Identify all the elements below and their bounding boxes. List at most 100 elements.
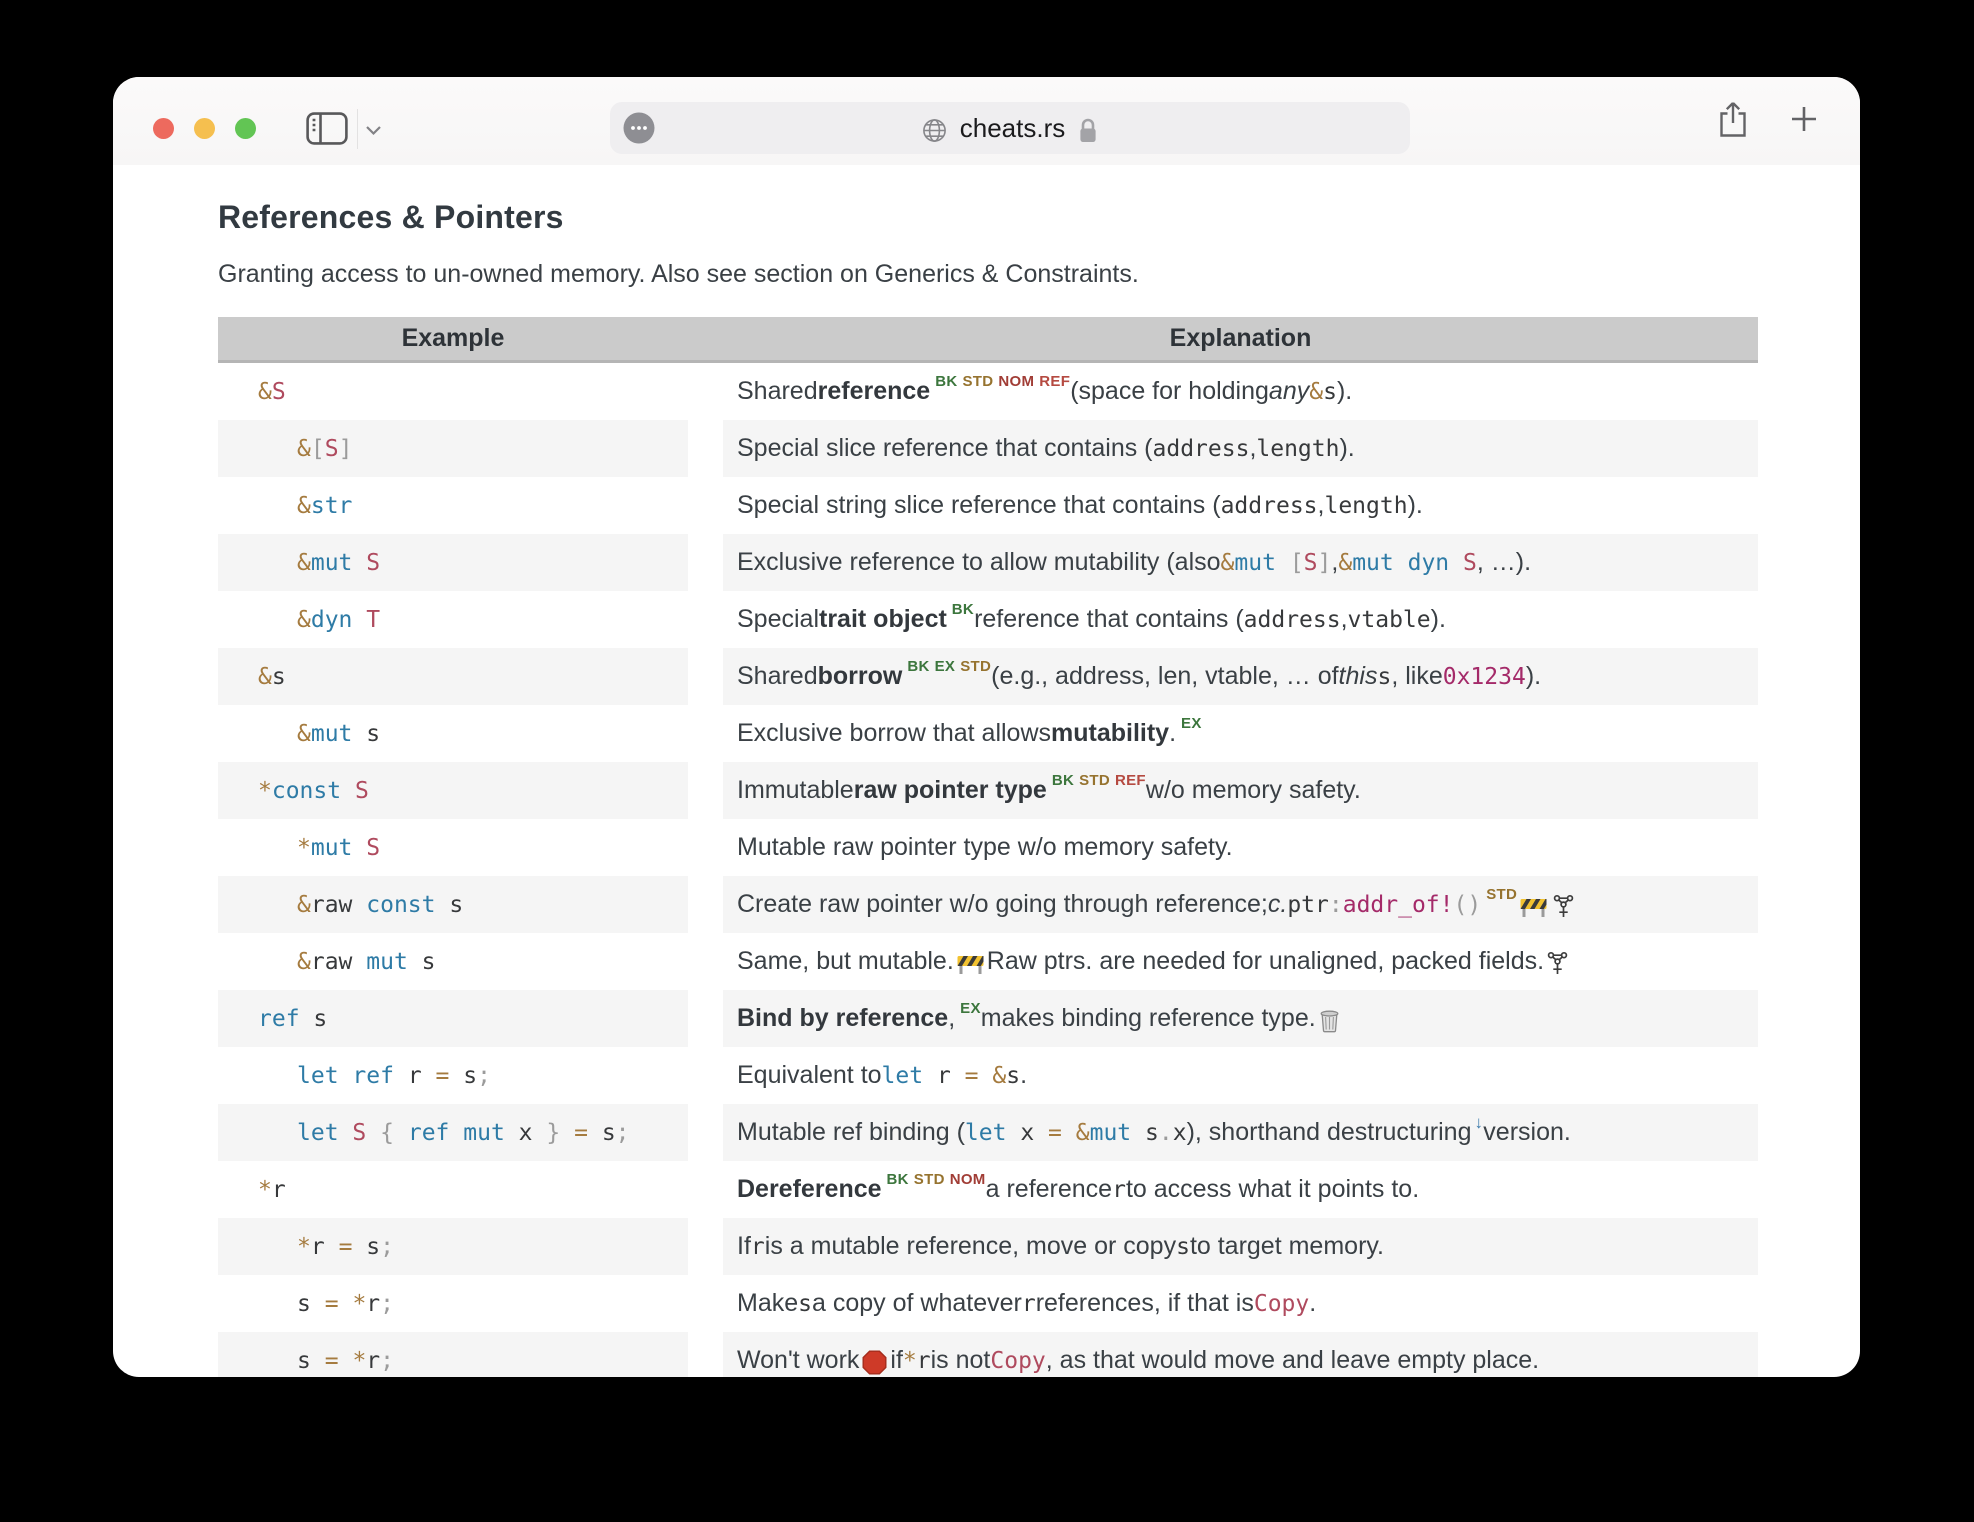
staff-icon xyxy=(1547,951,1568,976)
sidebar-menu-button[interactable] xyxy=(365,123,382,141)
code-token-keyword: str xyxy=(310,492,353,519)
table-row: & mut s Exclusive borrow that allows mutab… xyxy=(218,705,1758,762)
column-header-example: Example xyxy=(401,324,505,352)
code-token-punct: ] xyxy=(338,435,353,462)
minimize-button[interactable] xyxy=(194,118,215,139)
explanation-cell: Mutable ref binding (let x = & mut s. x), … xyxy=(723,1104,1758,1161)
column-gap xyxy=(688,420,723,477)
page-subtitle: Granting access to un-owned memory. Also… xyxy=(218,260,1139,288)
trash-icon xyxy=(1319,1008,1340,1033)
code-token-operator: & xyxy=(258,378,272,405)
code-token-operator: * xyxy=(297,834,311,861)
explanation-cell: Won't work if * r is not Copy, as that wo… xyxy=(723,1332,1758,1377)
code-token: r xyxy=(936,1062,951,1089)
code-token-keyword: mut xyxy=(310,549,353,576)
column-gap xyxy=(688,876,723,933)
code-token-operator: * xyxy=(258,1176,272,1203)
code-token-keyword: let xyxy=(297,1119,339,1146)
example-cell: & mut S xyxy=(218,534,688,591)
code-token-operator: & xyxy=(297,948,311,975)
table-row: & mut S Exclusive reference to allow mutab… xyxy=(218,534,1758,591)
example-cell: let S { ref mut x } = s; xyxy=(218,1104,688,1161)
code-token: raw xyxy=(310,948,353,975)
explanation-cell: If r is a mutable reference, move or cop… xyxy=(723,1218,1758,1275)
text-run: Same, but mutable. xyxy=(737,947,954,975)
column-gap xyxy=(688,1047,723,1104)
code-token-operator: & xyxy=(992,1062,1007,1089)
explanation-cell: Create raw pointer w/o going through ref… xyxy=(723,876,1758,933)
code-token-punct: . xyxy=(1158,1119,1173,1146)
code-token-keyword: mut xyxy=(310,720,353,747)
new-tab-icon xyxy=(1788,107,1820,139)
code-token-keyword: let xyxy=(964,1119,1007,1146)
text-run: Special slice reference that contains ( xyxy=(737,434,1153,462)
page-content: References & Pointers Granting access to… xyxy=(113,165,1860,1377)
address-bar[interactable]: cheats.rs xyxy=(610,102,1410,154)
new-tab-button[interactable] xyxy=(1788,103,1820,140)
column-header-explanation: Explanation xyxy=(1169,324,1312,352)
code-token-operator: & xyxy=(297,720,311,747)
table-row: let ref r = s; Equivalent to let r = & s. xyxy=(218,1047,1758,1104)
badge-std: STD xyxy=(960,658,992,675)
cheats-table: Example Explanation & S Shared reference BK… xyxy=(218,317,1758,1377)
text-run: Shared xyxy=(737,377,818,405)
close-button[interactable] xyxy=(153,118,174,139)
down-link[interactable]: ↓ xyxy=(1474,1113,1483,1133)
code-token-punct: { xyxy=(380,1119,394,1146)
explanation-cell: Shared borrow BK EX STD (e.g., address, len… xyxy=(723,648,1758,705)
text-run: Equivalent to xyxy=(737,1061,882,1089)
example-cell: let ref r = s; xyxy=(218,1047,688,1104)
code-token-keyword: let xyxy=(881,1062,924,1089)
code-token-keyword: const xyxy=(366,891,436,918)
code-token-type: S xyxy=(271,378,286,405)
text-run: Mutable raw pointer type w/o memory safe… xyxy=(737,833,1233,861)
code-token-keyword: const xyxy=(271,777,342,804)
code-token-keyword: ref xyxy=(352,1062,394,1089)
zoom-button[interactable] xyxy=(235,118,256,139)
example-cell: ref s xyxy=(218,990,688,1047)
code-token: s xyxy=(1176,1233,1190,1260)
example-cell: s = * r; xyxy=(218,1332,688,1377)
code-token-type: S xyxy=(324,435,339,462)
browser-window: cheats.rs References & Pointers Granting… xyxy=(113,77,1860,1377)
code-token-punct: ; xyxy=(380,1290,395,1317)
code-token-type: T xyxy=(366,606,381,633)
code-token-type: S xyxy=(366,834,381,861)
column-gap xyxy=(688,534,723,591)
code-token: r xyxy=(271,1176,286,1203)
text-run: to access what it points to. xyxy=(1125,1175,1420,1203)
code-token-keyword: mut xyxy=(1352,549,1394,576)
code-token-operator: = xyxy=(435,1062,450,1089)
example-cell: * r xyxy=(218,1161,688,1218)
code-token: s xyxy=(1323,378,1337,405)
code-token-macro: 0x1234 xyxy=(1442,663,1526,690)
example-cell: * r = s; xyxy=(218,1218,688,1275)
text-run: w/o memory safety. xyxy=(1145,776,1361,804)
table-row: &[S] Special slice reference that contain… xyxy=(218,420,1758,477)
example-cell: & S xyxy=(218,363,688,420)
browser-toolbar: cheats.rs xyxy=(113,77,1860,165)
column-gap xyxy=(688,990,723,1047)
stop-icon xyxy=(862,1350,887,1375)
text-run: references, if that is xyxy=(1035,1289,1254,1317)
table-row: s = * r; Make s a copy of whatever r refer… xyxy=(218,1275,1758,1332)
page-settings-button[interactable] xyxy=(620,109,1402,152)
code-token-operator: = xyxy=(324,1347,339,1374)
text-run-bold: Bind by reference xyxy=(737,1004,949,1032)
table-row: * mut S Mutable raw pointer type w/o memor… xyxy=(218,819,1758,876)
column-gap xyxy=(688,819,723,876)
text-run: If xyxy=(737,1232,751,1260)
explanation-cell: Same, but mutable. Raw ptrs. are needed … xyxy=(723,933,1758,990)
sidebar-toggle-button[interactable] xyxy=(306,112,348,150)
share-button[interactable] xyxy=(1716,99,1750,144)
explanation-cell: Dereference BK STD NOM a reference r to acc… xyxy=(723,1161,1758,1218)
